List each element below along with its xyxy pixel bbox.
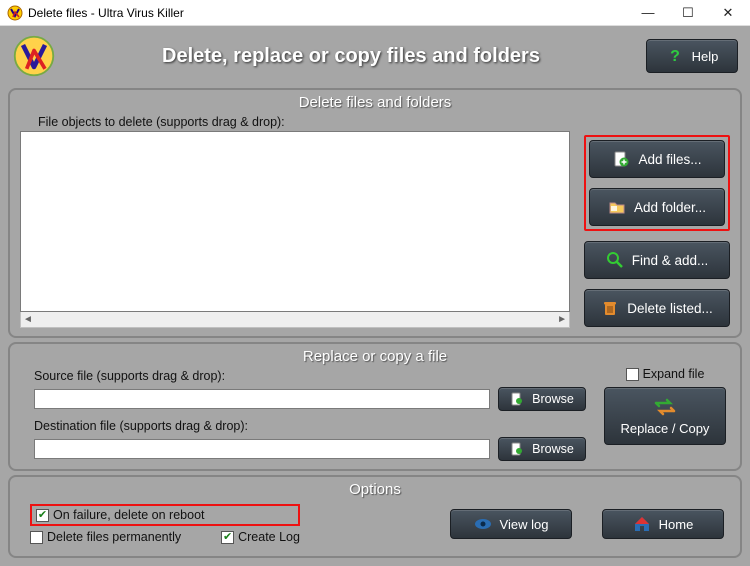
find-add-label: Find & add... (632, 253, 709, 268)
help-icon: ? (666, 47, 684, 65)
options-panel: Options ✔ On failure, delete on reboot D… (8, 475, 742, 558)
minimize-button[interactable]: — (628, 1, 668, 25)
browse-source-label: Browse (532, 392, 574, 406)
delete-panel-title: Delete files and folders (20, 94, 730, 111)
search-icon (606, 251, 624, 269)
add-files-label: Add files... (638, 152, 701, 167)
title-bar: Delete files - Ultra Virus Killer — ☐ ✕ (0, 0, 750, 26)
home-icon (633, 516, 651, 532)
header: Delete, replace or copy files and folder… (8, 32, 742, 84)
delete-permanently-label: Delete files permanently (47, 530, 181, 544)
checkbox-icon (30, 531, 43, 544)
checkbox-icon (626, 368, 639, 381)
expand-file-checkbox[interactable]: Expand file (626, 367, 705, 381)
delete-files-panel: Delete files and folders File objects to… (8, 88, 742, 338)
source-file-input[interactable] (34, 389, 490, 409)
create-log-checkbox[interactable]: ✔ Create Log (221, 530, 300, 544)
trash-icon (601, 299, 619, 317)
find-add-button[interactable]: Find & add... (584, 241, 730, 279)
file-objects-list[interactable] (20, 131, 570, 312)
replace-arrows-icon (652, 397, 678, 417)
eye-icon (474, 517, 492, 531)
help-button[interactable]: ? Help (646, 39, 738, 73)
svg-text:?: ? (670, 48, 680, 65)
browse-dest-button[interactable]: Browse (498, 437, 586, 461)
browse-source-button[interactable]: Browse (498, 387, 586, 411)
source-file-label: Source file (supports drag & drop): (34, 369, 586, 383)
help-button-label: Help (692, 49, 719, 64)
maximize-button[interactable]: ☐ (668, 1, 708, 25)
delete-listed-label: Delete listed... (627, 301, 713, 316)
create-log-label: Create Log (238, 530, 300, 544)
replace-copy-panel: Replace or copy a file Source file (supp… (8, 342, 742, 471)
close-button[interactable]: ✕ (708, 1, 748, 25)
replace-copy-button[interactable]: Replace / Copy (604, 387, 726, 445)
horizontal-scrollbar[interactable]: ◄► (20, 312, 570, 328)
on-failure-checkbox[interactable]: ✔ On failure, delete on reboot (36, 508, 205, 522)
file-plus-icon (612, 150, 630, 168)
checkbox-checked-icon: ✔ (36, 509, 49, 522)
home-button[interactable]: Home (602, 509, 724, 539)
add-folder-label: Add folder... (634, 200, 706, 215)
expand-file-label: Expand file (643, 367, 705, 381)
file-icon (510, 392, 524, 406)
page-title: Delete, replace or copy files and folder… (66, 45, 636, 68)
home-label: Home (659, 517, 694, 532)
checkbox-checked-icon: ✔ (221, 531, 234, 544)
app-logo-icon (12, 34, 56, 78)
file-icon (510, 442, 524, 456)
add-buttons-highlight: Add files... Add folder... (584, 135, 730, 231)
replace-copy-label: Replace / Copy (621, 421, 710, 436)
on-failure-label: On failure, delete on reboot (53, 508, 205, 522)
options-panel-title: Options (20, 481, 730, 498)
delete-listed-button[interactable]: Delete listed... (584, 289, 730, 327)
on-failure-highlight: ✔ On failure, delete on reboot (30, 504, 300, 526)
replace-panel-title: Replace or copy a file (20, 348, 730, 365)
dest-file-input[interactable] (34, 439, 490, 459)
file-list-label: File objects to delete (supports drag & … (38, 115, 730, 129)
view-log-label: View log (500, 517, 549, 532)
window-title: Delete files - Ultra Virus Killer (28, 6, 628, 20)
delete-permanently-checkbox[interactable]: Delete files permanently (30, 530, 181, 544)
dest-file-label: Destination file (supports drag & drop): (34, 419, 586, 433)
add-files-button[interactable]: Add files... (589, 140, 725, 178)
add-folder-button[interactable]: Add folder... (589, 188, 725, 226)
app-icon (7, 5, 23, 21)
view-log-button[interactable]: View log (450, 509, 572, 539)
folder-icon (608, 198, 626, 216)
browse-dest-label: Browse (532, 442, 574, 456)
